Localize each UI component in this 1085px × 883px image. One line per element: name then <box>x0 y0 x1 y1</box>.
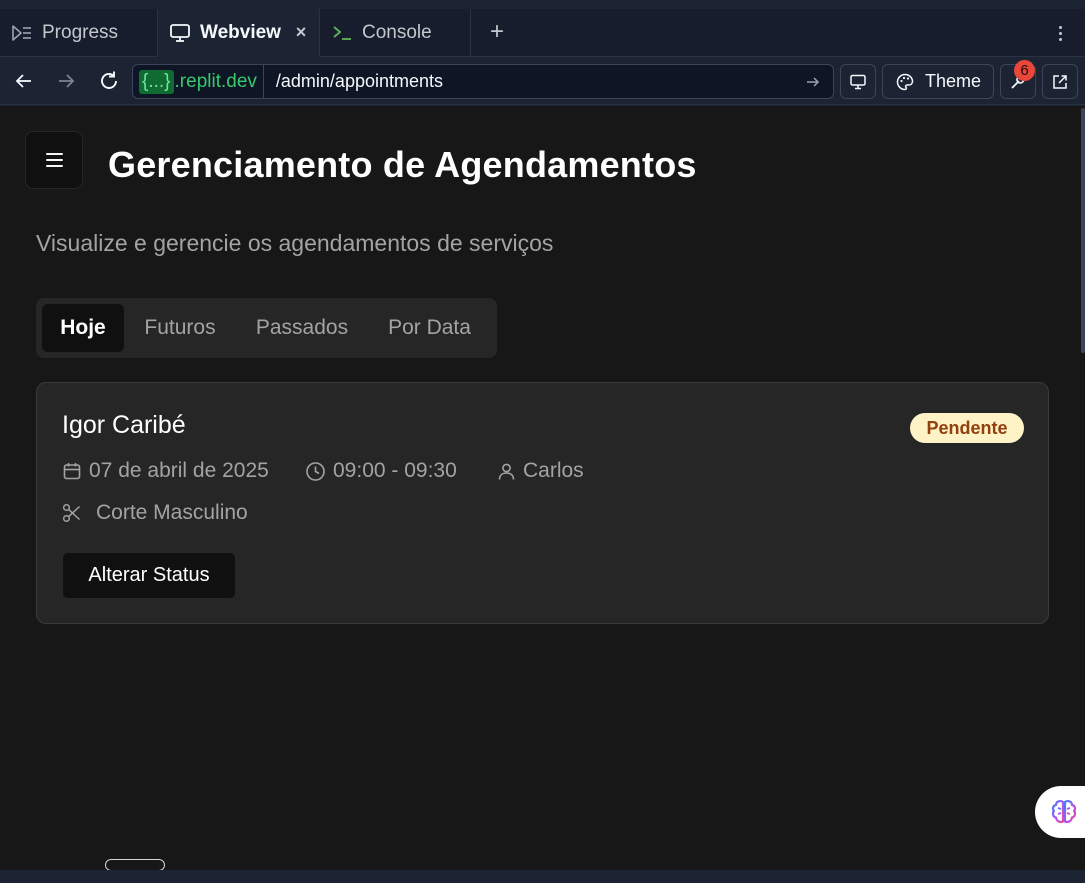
scissors-icon <box>62 503 81 523</box>
change-status-button[interactable]: Alterar Status <box>62 552 236 599</box>
appointment-filter-tabs: Hoje Futuros Passados Por Data <box>36 298 497 358</box>
address-bar[interactable]: {...} .replit.dev /admin/appointments <box>132 64 834 99</box>
tab-webview[interactable]: Webview × <box>158 9 320 57</box>
webview-content: Gerenciamento de Agendamentos Visualize … <box>0 106 1085 871</box>
browser-nav-bar: {...} .replit.dev /admin/appointments Th… <box>0 57 1085 105</box>
back-arrow-icon[interactable] <box>10 67 38 95</box>
tab-console[interactable]: Console <box>320 9 471 57</box>
palette-icon <box>896 73 914 90</box>
appointment-card: Igor Caribé Pendente 07 de abril de 2025… <box>36 382 1049 624</box>
ai-assistant-button[interactable] <box>1035 786 1085 838</box>
devtools-count-badge: 6 <box>1014 60 1035 81</box>
page-title: Gerenciamento de Agendamentos <box>108 144 697 185</box>
theme-button[interactable]: Theme <box>882 64 994 99</box>
hamburger-menu-icon[interactable] <box>25 131 83 189</box>
time-text: 09:00 - 09:30 <box>333 459 457 482</box>
tab-progress-label: Progress <box>42 22 119 43</box>
brain-icon <box>1051 800 1077 824</box>
tab-passados[interactable]: Passados <box>240 304 364 352</box>
add-tab-button[interactable]: + <box>484 18 510 45</box>
service-text: Corte Masculino <box>96 501 248 524</box>
replit-window: Progress Webview × Console + {...} .repl… <box>0 0 1085 883</box>
user-icon <box>498 463 515 480</box>
vertical-scrollbar[interactable] <box>1081 108 1085 353</box>
tab-progress[interactable]: Progress <box>0 9 158 57</box>
repl-id-chip: {...} <box>139 69 174 94</box>
open-new-window-button[interactable] <box>1042 64 1078 99</box>
tab-console-label: Console <box>362 22 432 43</box>
appointment-professional: Carlos <box>497 457 584 485</box>
status-badge: Pendente <box>910 413 1024 443</box>
client-name: Igor Caribé <box>62 411 186 439</box>
professional-text: Carlos <box>523 459 584 482</box>
calendar-icon <box>63 463 81 480</box>
progress-icon <box>10 21 34 45</box>
url-path[interactable]: /admin/appointments <box>264 71 799 92</box>
go-arrow-icon[interactable] <box>799 68 827 96</box>
monitor-icon <box>168 21 192 45</box>
window-bottom-edge <box>0 870 1085 883</box>
appointment-date: 07 de abril de 2025 <box>62 457 269 485</box>
forward-arrow-icon[interactable] <box>52 67 80 95</box>
url-domain: {...} .replit.dev <box>133 65 264 98</box>
tab-futuros[interactable]: Futuros <box>130 304 230 352</box>
device-preview-button[interactable] <box>840 64 876 99</box>
close-tab-icon[interactable]: × <box>291 21 311 43</box>
tab-hoje[interactable]: Hoje <box>42 304 124 352</box>
tab-por-data[interactable]: Por Data <box>372 304 487 352</box>
appointment-service: Corte Masculino <box>62 499 248 527</box>
workspace-tab-bar: Progress Webview × Console + <box>0 9 1085 57</box>
reload-icon[interactable] <box>95 67 123 95</box>
tab-webview-label: Webview <box>200 21 281 43</box>
domain-text: .replit.dev <box>174 70 257 92</box>
desktop-icon <box>850 74 866 89</box>
theme-label: Theme <box>924 71 982 91</box>
clock-icon <box>306 461 325 481</box>
date-text: 07 de abril de 2025 <box>89 459 269 482</box>
external-link-icon <box>1053 74 1067 89</box>
terminal-icon <box>330 21 354 45</box>
appointment-time: 09:00 - 09:30 <box>305 457 457 485</box>
page-subtitle: Visualize e gerencie os agendamentos de … <box>36 230 554 256</box>
more-options-icon[interactable] <box>1048 21 1072 45</box>
